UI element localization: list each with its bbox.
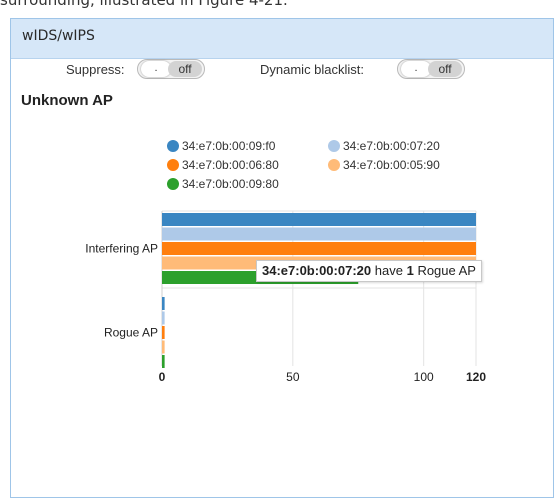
legend-label: 34:e7:0b:00:06:80 xyxy=(182,158,279,172)
bar xyxy=(162,242,476,255)
legend-marker xyxy=(328,140,340,152)
legend-marker xyxy=(167,159,179,171)
legend-label: 34:e7:0b:00:09:f0 xyxy=(182,139,276,153)
unknown-ap-chart: 34:e7:0b:00:09:f0 34:e7:0b:00:07:2034:e7:… xyxy=(85,139,486,384)
bar xyxy=(162,311,165,325)
y-category-label: Interfering AP xyxy=(85,241,158,255)
legend-marker xyxy=(167,178,179,190)
tooltip-mac: 34:e7:0b:00:07:20 xyxy=(262,263,372,278)
tooltip-text-1: have xyxy=(374,263,403,278)
legend-label: 34:e7:0b:00:07:20 xyxy=(343,139,440,153)
tooltip-count: 1 xyxy=(406,263,414,278)
y-category-label: Rogue AP xyxy=(104,325,158,339)
bar xyxy=(162,297,165,310)
legend-label: 34:e7:0b:00:09:80 xyxy=(182,177,279,191)
bar xyxy=(162,355,165,368)
legend-marker xyxy=(167,140,179,152)
legend-marker xyxy=(328,159,340,171)
tooltip-text-2: Rogue AP xyxy=(417,263,476,278)
bar xyxy=(162,326,165,339)
x-tick-label: 0 xyxy=(159,370,166,384)
x-tick-label: 120 xyxy=(466,370,486,384)
x-tick-label: 100 xyxy=(414,370,434,384)
x-tick-label: 50 xyxy=(286,370,300,384)
legend-label: 34:e7:0b:00:05:90 xyxy=(343,158,440,172)
bar xyxy=(162,213,476,226)
bar xyxy=(162,340,165,354)
bar xyxy=(162,227,476,241)
chart-tooltip: 34:e7:0b:00:07:20 have 1 Rogue AP xyxy=(256,260,482,282)
